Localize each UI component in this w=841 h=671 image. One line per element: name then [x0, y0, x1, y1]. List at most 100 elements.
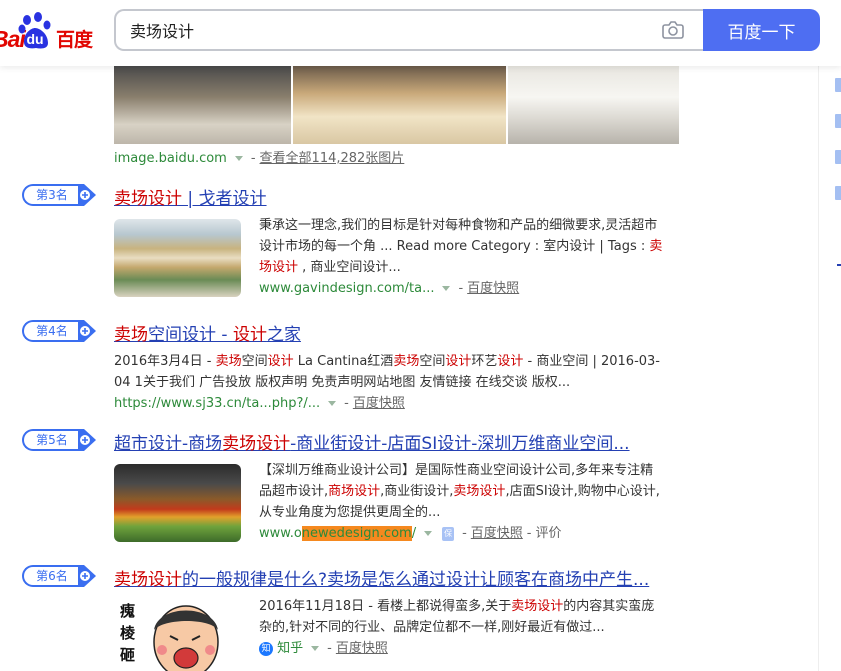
image-source-row: image.baidu.com - 查看全部114,282张图片	[114, 147, 404, 166]
snippet-highlight: 设计	[497, 354, 524, 369]
image-thumbnail[interactable]	[506, 66, 679, 144]
snippet-line: 品超市设计,商场设计,商业街设计,卖场设计,店面SI设计,购物中心设计,	[259, 481, 679, 502]
view-all-images-link[interactable]: 查看全部114,282张图片	[260, 151, 405, 166]
snapshot-link[interactable]: 百度快照	[471, 526, 523, 541]
svg-text:砸: 砸	[120, 646, 135, 664]
result-snippet: 【深圳万维商业设计公司】是国际性商业空间设计公司,多年来专注精 品超市设计,商场…	[259, 460, 679, 544]
snippet-text: 的内容其实蛮庞	[563, 599, 655, 614]
result-title-link[interactable]: 卖场空间设计 - 设计之家	[114, 320, 679, 345]
sidebar-icon[interactable]	[835, 78, 841, 92]
result-snippet: 秉承这一理念,我们的目标是针对每种食物和产品的细微要求,灵活超市 设计市场的每一…	[259, 215, 679, 299]
separator: -	[250, 151, 256, 166]
title-highlight: 卖场设计	[114, 189, 182, 209]
result-url-highlight[interactable]: newedesign.com	[301, 526, 412, 541]
search-input[interactable]	[130, 11, 650, 49]
snippet-text: 空间	[419, 354, 446, 369]
result-body: 秉承这一理念,我们的目标是针对每种食物和产品的细微要求,灵活超市 设计市场的每一…	[114, 215, 679, 299]
search-result: 超市设计-商场卖场设计-商业街设计-店面SI设计-深圳万维商业空间... 【深圳…	[114, 429, 679, 544]
snippet-text: 设计市场的每一个角 ... Read more Category : 室内设计 …	[259, 239, 650, 254]
snippet-text: 环艺	[471, 354, 498, 369]
snippet-text: - 商业空间 | 2016-03-	[523, 354, 660, 369]
result-title-link[interactable]: 超市设计-商场卖场设计-商业街设计-店面SI设计-深圳万维商业空间...	[114, 429, 679, 454]
snapshot-link[interactable]: 百度快照	[336, 641, 388, 656]
title-text: 空间设计 -	[148, 325, 233, 345]
svg-text:棱: 棱	[120, 624, 136, 642]
rank-arrow-icon	[78, 429, 96, 451]
result-thumbnail[interactable]	[114, 464, 241, 542]
separator: -	[526, 526, 532, 541]
result-url-row: www.gavindesign.com/ta... - 百度快照	[259, 278, 679, 299]
separator: -	[327, 641, 332, 656]
separator: -	[458, 281, 464, 296]
snippet-line: 杂的,针对不同的行业、品牌定位都不一样,刚好最近有做过...	[259, 620, 605, 635]
result-url[interactable]: www.o	[259, 526, 302, 541]
result-snippet: 2016年11月18日 - 看楼上都说得蛮多,关于卖场设计的内容其实蛮庞 杂的,…	[259, 596, 679, 659]
snippet-line: 秉承这一理念,我们的目标是针对每种食物和产品的细微要求,灵活超市	[259, 218, 658, 233]
title-highlight: 设计	[232, 325, 267, 345]
shield-icon[interactable]: 保	[442, 526, 455, 541]
result-body: 瘣 棱 砸 2016年11月18日 - 看楼上都说得蛮多,关于卖场设计的内容其实…	[114, 596, 679, 671]
zhihu-icon: 知	[259, 641, 273, 656]
title-text: -商业街设计-店面SI设计-深圳万维商业空间...	[290, 434, 630, 454]
result-url[interactable]: www.gavindesign.com/ta...	[259, 281, 434, 296]
search-result: 卖场空间设计 - 设计之家 2016年3月4日 - 卖场空间设计 La Cant…	[114, 320, 679, 414]
title-highlight: 卖场设计	[222, 434, 291, 454]
result-snippet: 2016年3月4日 - 卖场空间设计 La Cantina红酒卖场空间设计环艺设…	[114, 351, 679, 414]
rank-badge: 第3名	[16, 180, 98, 210]
result-url-row: 知 知乎 - 百度快照	[259, 638, 679, 659]
svg-text:瘣: 瘣	[120, 602, 135, 620]
camera-icon[interactable]	[662, 20, 684, 40]
caret-down-icon[interactable]	[424, 530, 433, 536]
snippet-line: 从专业角度为您提供更周全的...	[259, 505, 441, 520]
search-button[interactable]: 百度一下	[703, 9, 820, 51]
rank-badge: 第5名	[16, 425, 98, 455]
result-thumbnail[interactable]	[114, 219, 241, 297]
snippet-line: 04 1关于我们 广告投放 版权声明 免责声明网站地图 友情链接 在线交谈 版权…	[114, 375, 571, 390]
snippet-highlight: 卖	[649, 239, 663, 254]
title-text: 的一般规律是什么?卖场是怎么通过设计让顾客在商场中产生...	[182, 570, 650, 590]
result-thumbnail[interactable]: 瘣 棱 砸	[114, 600, 241, 671]
result-source[interactable]: 知乎	[277, 641, 303, 656]
snapshot-link[interactable]: 百度快照	[467, 281, 519, 296]
result-url-row: https://www.sj33.cn/ta...php?/... - 百度快照	[114, 393, 679, 414]
snippet-highlight: 商场设计	[328, 484, 381, 499]
snippet-text: 空间	[241, 354, 268, 369]
baidu-logo[interactable]: Bai du 百度	[0, 12, 100, 52]
snippet-line: 设计市场的每一个角 ... Read more Category : 室内设计 …	[259, 236, 679, 257]
snippet-text: ,商业街设计,	[380, 484, 454, 499]
result-title-link[interactable]: 卖场设计的一般规律是什么?卖场是怎么通过设计让顾客在商场中产生...	[114, 565, 679, 590]
snippet-date: 2016年3月4日 -	[114, 354, 216, 369]
search-box	[114, 9, 704, 51]
caret-down-icon[interactable]	[234, 155, 243, 161]
image-thumbnail[interactable]	[114, 66, 291, 144]
sidebar-divider	[837, 264, 841, 266]
image-thumbnail[interactable]	[291, 66, 506, 144]
caret-down-icon[interactable]	[328, 400, 337, 406]
snippet-text: La Cantina红酒	[293, 354, 394, 369]
sidebar-icon[interactable]	[835, 150, 841, 164]
caret-down-icon[interactable]	[442, 285, 451, 291]
sidebar-icon[interactable]	[835, 186, 841, 200]
result-title-link[interactable]: 卖场设计 | 戈者设计	[114, 184, 679, 209]
review-link[interactable]: 评价	[536, 526, 562, 541]
snapshot-link[interactable]: 百度快照	[353, 396, 405, 411]
image-divider	[506, 66, 508, 144]
rank-arrow-icon	[78, 320, 96, 342]
separator: -	[344, 396, 349, 411]
result-url[interactable]: https://www.sj33.cn/ta...php?/...	[114, 396, 320, 411]
snippet-highlight: 场设计	[259, 260, 299, 275]
caret-down-icon[interactable]	[311, 645, 320, 651]
title-text: 之家	[266, 325, 301, 345]
header: Bai du 百度 百度一下	[0, 0, 841, 66]
search-result: 卖场设计的一般规律是什么?卖场是怎么通过设计让顾客在商场中产生... 瘣 棱 砸…	[114, 565, 679, 671]
title-text: 超市设计-商场	[114, 434, 223, 454]
sidebar-icon[interactable]	[835, 114, 841, 128]
image-source-url[interactable]: image.baidu.com	[114, 151, 227, 166]
snippet-highlight: 设计	[267, 354, 294, 369]
snippet-text: , 商业空间设计...	[298, 260, 401, 275]
image-result-strip[interactable]	[114, 66, 679, 144]
result-url[interactable]: /	[412, 526, 416, 541]
image-divider	[291, 66, 293, 144]
logo-text-chinese: 百度	[56, 29, 93, 51]
snippet-highlight: 卖场设计	[453, 484, 506, 499]
